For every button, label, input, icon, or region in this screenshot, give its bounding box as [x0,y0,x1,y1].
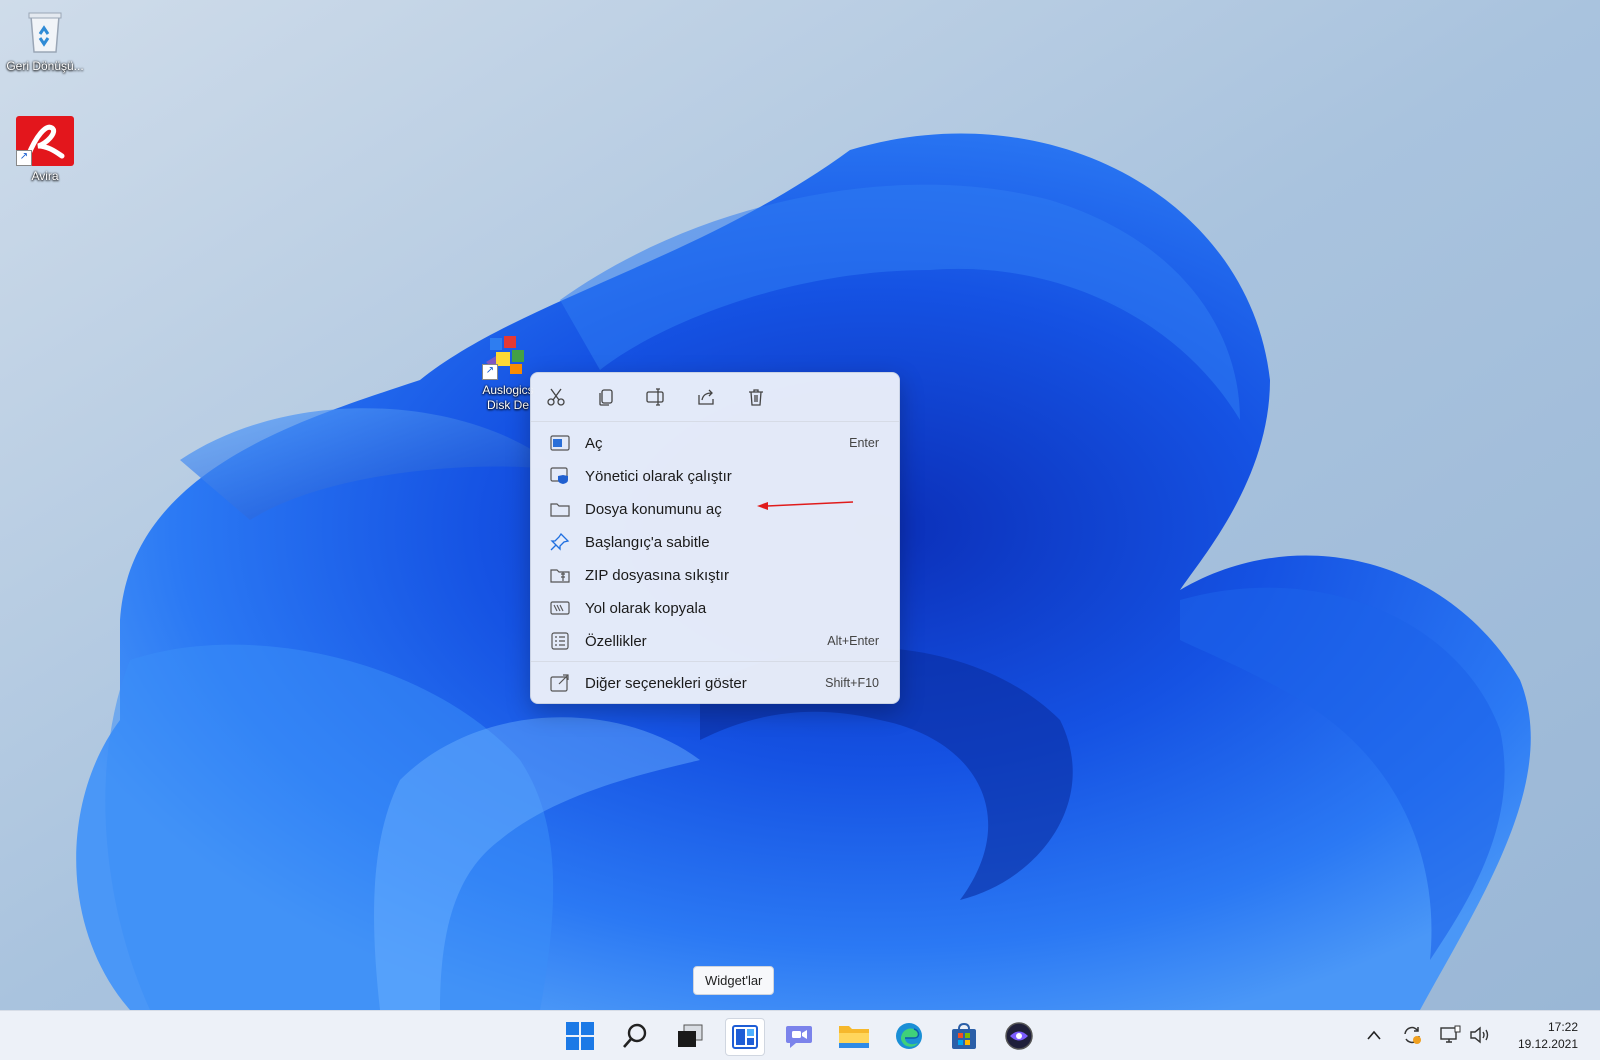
network-tray-icon[interactable] [1438,1024,1462,1046]
search-icon [623,1023,647,1048]
start-button[interactable] [561,1018,599,1054]
share-button[interactable] [689,380,723,414]
store-button[interactable] [945,1018,983,1054]
desktop-icon-label: Avira [31,169,59,183]
menu-item-copy-as-path[interactable]: Yol olarak kopyala [531,592,899,624]
network-icon [1440,1025,1461,1043]
task-view-icon [678,1024,703,1047]
task-view-button[interactable] [671,1018,709,1054]
more-options-icon [549,674,571,692]
folder-icon [549,500,571,518]
open-icon [549,434,571,452]
shortcut-arrow-icon: ↗ [16,150,32,166]
share-icon [698,389,714,405]
sync-tray-icon[interactable] [1400,1024,1424,1046]
teams-chat-button[interactable] [780,1018,818,1054]
edge-icon [896,1023,922,1049]
admin-shield-icon [549,467,571,485]
avira-icon: ↗ [16,116,74,166]
menu-item-open[interactable]: Aç Enter [531,427,899,459]
store-icon [952,1022,976,1049]
menu-item-label: Özellikler [585,632,647,650]
recycle-bin-icon [21,8,69,56]
menu-item-compress-zip[interactable]: ZIP dosyasına sıkıştır [531,559,899,591]
app-icon [1005,1022,1033,1050]
edge-button[interactable] [890,1018,928,1054]
teams-chat-icon [786,1026,812,1048]
volume-icon [1470,1026,1489,1044]
properties-icon [549,632,571,650]
menu-item-shortcut: Alt+Enter [827,634,879,648]
menu-item-pin-to-start[interactable]: Başlangıç'a sabitle [531,526,899,558]
copy-path-icon [549,599,571,617]
menu-item-label: Diğer seçenekleri göster [585,674,747,692]
menu-item-label: ZIP dosyasına sıkıştır [585,566,729,584]
shortcut-arrow-icon: ↗ [482,364,498,380]
menu-item-label: Aç [585,434,603,452]
zip-icon [549,566,571,584]
start-icon [566,1022,594,1050]
delete-icon [749,389,763,406]
app-button[interactable] [1000,1018,1038,1054]
file-explorer-button[interactable] [835,1018,873,1054]
chevron-up-icon [1367,1030,1381,1040]
show-hidden-icons-button[interactable] [1362,1024,1386,1046]
menu-item-show-more-options[interactable]: Diğer seçenekleri göster Shift+F10 [531,667,899,699]
sync-icon [1404,1026,1421,1044]
desktop-icon-recycle-bin[interactable]: Geri Dönüşü... [5,8,85,74]
cut-icon [547,388,565,406]
desktop-icon-avira[interactable]: ↗ Avira [5,116,85,184]
widgets-button[interactable] [725,1018,765,1056]
menu-item-label: Yönetici olarak çalıştır [585,467,732,485]
menu-item-shortcut: Enter [849,436,879,450]
search-button[interactable] [616,1018,654,1054]
annotation-arrow [757,501,854,510]
widgets-tooltip: Widget'lar [693,966,775,995]
widgets-icon [732,1025,758,1049]
copy-icon [599,389,613,406]
pin-icon [549,533,571,551]
context-menu-toolbar [531,373,899,422]
menu-item-run-as-admin[interactable]: Yönetici olarak çalıştır [531,460,899,492]
delete-button[interactable] [739,380,773,414]
desktop-icon-label: Auslogics Disk De [482,383,534,412]
desktop-icon-label: Geri Dönüşü... [6,59,84,73]
clock-date: 19.12.2021 [1517,1037,1578,1051]
rename-button[interactable] [639,380,673,414]
clock[interactable]: 17:22 19.12.2021 [1518,1019,1578,1053]
file-explorer-icon [839,1026,869,1048]
rename-icon [646,388,664,406]
menu-item-label: Başlangıç'a sabitle [585,533,710,551]
cut-button[interactable] [539,380,573,414]
clock-time: 17:22 [1547,1020,1578,1034]
menu-separator [531,661,899,662]
copy-button[interactable] [589,380,623,414]
menu-item-label: Yol olarak kopyala [585,599,707,617]
taskbar: 17:22 19.12.2021 [0,1010,1600,1060]
context-menu: Aç Enter Yönetici olarak çalıştır Dosya … [530,372,900,704]
menu-item-shortcut: Shift+F10 [825,676,879,690]
volume-tray-icon[interactable] [1468,1024,1492,1046]
menu-item-properties[interactable]: Özellikler Alt+Enter [531,625,899,657]
auslogics-icon: ↗ [482,332,530,380]
